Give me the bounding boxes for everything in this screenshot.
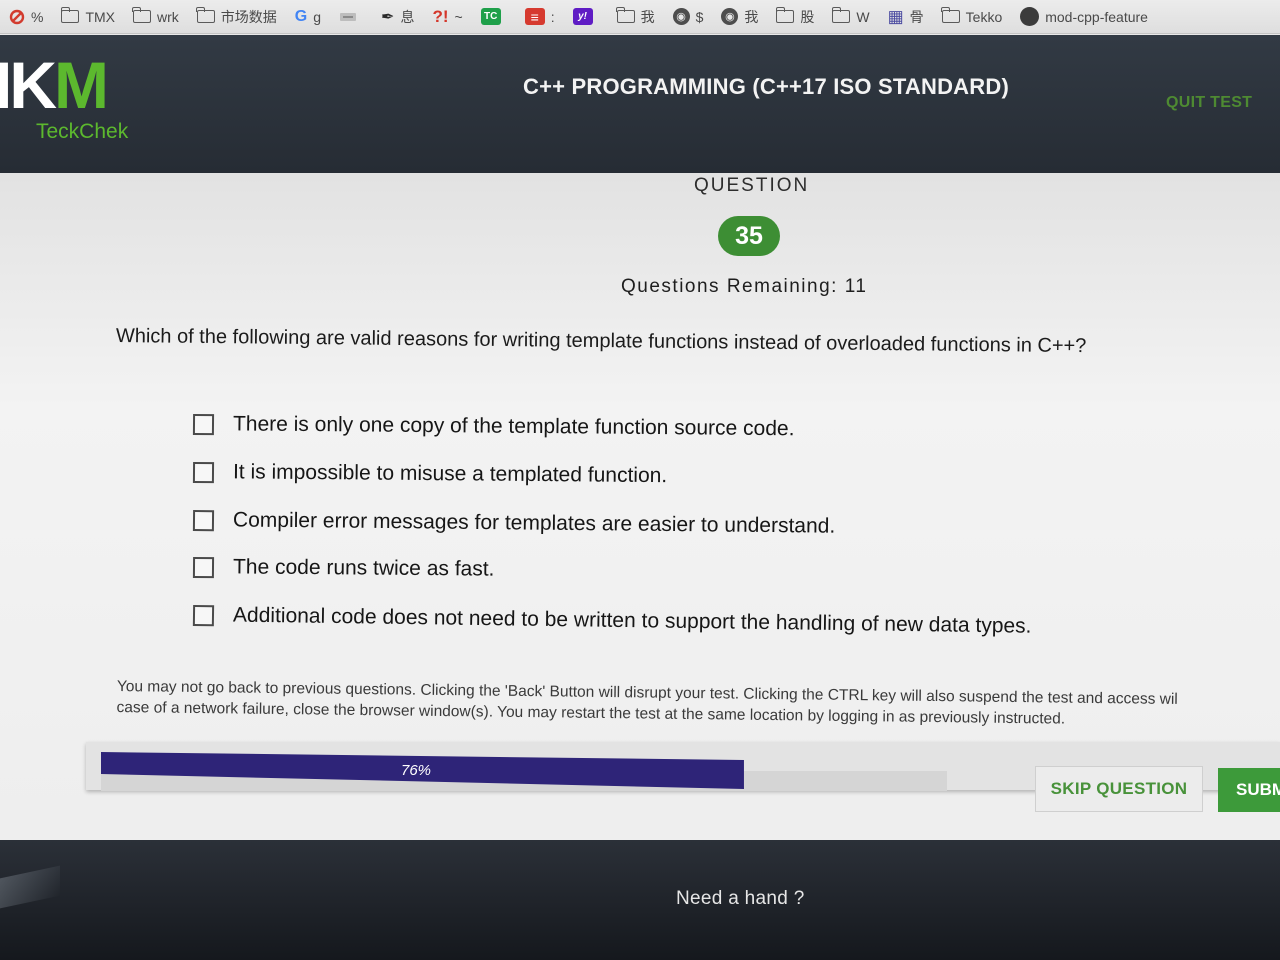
folder-icon	[132, 7, 152, 23]
folder-icon	[941, 7, 960, 23]
bookmark-w[interactable]: W	[823, 4, 878, 30]
bookmark-label: g	[313, 8, 322, 25]
logo-subtitle: TeckChek	[36, 120, 129, 143]
test-header	[0, 35, 1280, 173]
github-icon	[1020, 7, 1040, 26]
question-label: QUESTION	[694, 175, 810, 196]
question-number-badge: 35	[718, 216, 780, 256]
bookmark-label: 息	[400, 8, 415, 25]
stack-icon: ≡	[524, 8, 545, 25]
logo-text: IK	[0, 48, 57, 122]
globe-icon: ◉	[672, 8, 690, 25]
bookmark-wrk[interactable]: wrk	[124, 4, 188, 30]
folder-icon	[60, 7, 80, 23]
answer-checkbox[interactable]	[192, 604, 215, 626]
bookmark-label: W	[856, 8, 870, 25]
brush-icon: ✒	[381, 8, 395, 26]
bookmark-tmx[interactable]: TMX	[52, 4, 124, 30]
bookmark-label: wrk	[157, 8, 179, 25]
bookmark-label: ~	[454, 8, 463, 25]
bookmark-wo-2[interactable]: ◉ 我	[712, 4, 767, 30]
folder-icon	[775, 7, 795, 23]
bookmark-stocks[interactable]: 股	[767, 4, 823, 30]
bookmark-label: 市场数据	[220, 8, 277, 25]
bookmark-site[interactable]	[330, 4, 372, 30]
bookmark-dollar[interactable]: ◉ $	[664, 4, 713, 30]
bookmark-label: 股	[800, 8, 815, 25]
bookmark-label: Tekko	[965, 8, 1003, 25]
submit-button[interactable]: SUBM	[1218, 768, 1280, 812]
bookmark-stack[interactable]: ≡ :	[516, 4, 564, 30]
folder-icon	[615, 7, 635, 23]
bookmarks-bar: % TMX wrk 市场数据 G g ✒ 息 ?! ~ TC ≡ : y! 我	[0, 0, 1280, 34]
progress-percent: 76%	[401, 762, 432, 779]
bookmark-label: 我	[744, 8, 759, 25]
bookmark-label: TMX	[85, 8, 116, 25]
bookmark-label: %	[31, 8, 44, 25]
folder-icon	[831, 7, 851, 23]
bookmark-percent[interactable]: %	[0, 4, 52, 30]
grid-icon: ▦	[887, 6, 904, 26]
questions-remaining: Questions Remaining: 11	[621, 276, 868, 297]
answer-checkbox[interactable]	[192, 461, 215, 483]
bookmark-grid[interactable]: ▦ 骨	[879, 4, 933, 30]
bookmark-question-exclaim[interactable]: ?! ~	[423, 4, 471, 30]
answer-checkbox[interactable]	[192, 556, 215, 578]
google-icon: G	[294, 7, 308, 25]
bookmark-label: 我	[640, 8, 655, 25]
site-favicon	[339, 10, 357, 24]
bookmark-mod-cpp-feature[interactable]: mod-cpp-feature	[1011, 4, 1157, 30]
logo-accent: M	[54, 48, 109, 122]
folder-icon	[196, 7, 215, 23]
bookmark-market-data[interactable]: 市场数据	[188, 4, 286, 30]
question-exclaim-icon: ?!	[432, 6, 449, 26]
quit-test-button[interactable]: QUIT TEST	[1166, 94, 1252, 112]
test-title: C++ PROGRAMMING (C++17 ISO STANDARD)	[523, 74, 1009, 99]
bookmark-wo-1[interactable]: 我	[608, 4, 664, 30]
bookmark-brush[interactable]: ✒ 息	[372, 4, 423, 30]
answer-option-2[interactable]: It is impossible to misuse a templated f…	[192, 460, 668, 488]
skip-question-button[interactable]: SKIP QUESTION	[1035, 766, 1203, 812]
answer-checkbox[interactable]	[192, 509, 215, 531]
answer-text: The code runs twice as fast.	[232, 555, 495, 581]
bookmark-label: $	[695, 8, 704, 25]
need-help-link[interactable]: Need a hand ?	[676, 888, 805, 910]
answer-text: There is only one copy of the template f…	[232, 412, 795, 441]
bookmark-google[interactable]: G g	[286, 4, 330, 30]
answer-text: It is impossible to misuse a templated f…	[232, 460, 668, 488]
bookmark-label: mod-cpp-feature	[1045, 8, 1148, 25]
progress-bar: 76%	[101, 752, 947, 792]
blocked-icon	[9, 9, 25, 25]
answer-checkbox[interactable]	[192, 413, 215, 435]
page-footer	[0, 840, 1280, 960]
answer-option-4[interactable]: The code runs twice as fast.	[192, 555, 495, 582]
yahoo-icon: y!	[572, 8, 593, 25]
tc-icon: TC	[480, 8, 501, 25]
bookmark-tekko[interactable]: Tekko	[933, 4, 1012, 30]
bookmark-label: 骨	[909, 8, 924, 25]
question-panel	[0, 173, 1280, 840]
bookmark-tc[interactable]: TC	[472, 4, 516, 30]
globe-icon: ◉	[721, 8, 739, 25]
bookmark-label: :	[550, 8, 555, 25]
ikm-logo: IKM	[0, 52, 109, 118]
bookmark-yahoo[interactable]: y!	[564, 4, 608, 30]
